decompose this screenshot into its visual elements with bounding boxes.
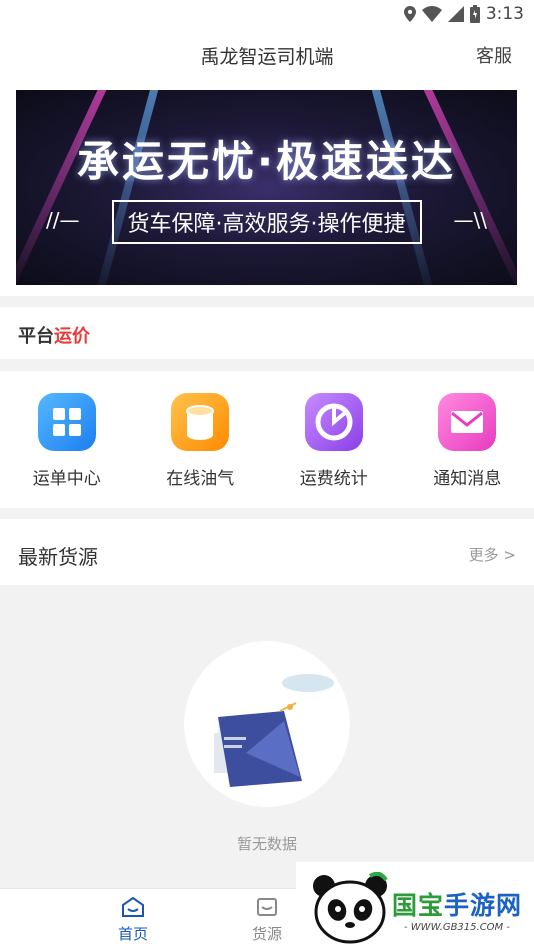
tab-cargo-label: 货源	[251, 925, 282, 943]
platform-price-highlight: 运价	[54, 326, 90, 347]
grid-item-label: 运单中心	[32, 469, 101, 489]
watermark-brand-part2: 手游网	[444, 891, 523, 920]
grid-item-label: 在线油气	[166, 469, 235, 489]
banner-section: 承运无忧·极速送达 //— 货车保障·高效服务·操作便捷 —\\	[0, 86, 534, 296]
tab-home-label: 首页	[117, 925, 148, 943]
promo-banner[interactable]: 承运无忧·极速送达 //— 货车保障·高效服务·操作便捷 —\\	[16, 90, 517, 285]
watermark-overlay: 国宝手游网 - WWW.GB315.COM -	[296, 862, 534, 950]
page-title: 禹龙智运司机端	[200, 46, 334, 68]
status-time: 3:13	[485, 4, 524, 24]
platform-price-section[interactable]: 平台运价	[0, 307, 534, 359]
latest-cargo-title: 最新货源	[18, 545, 98, 569]
watermark-brand: 国宝手游网	[392, 886, 522, 922]
app-header: 禹龙智运司机端 客服	[0, 28, 534, 86]
fuel-cylinder-icon	[171, 393, 230, 451]
battery-icon	[469, 5, 480, 23]
grid-item-freight-stats[interactable]: 运费统计	[267, 371, 401, 508]
cargo-icon	[257, 898, 277, 916]
empty-state-text: 暂无数据	[236, 835, 297, 853]
signal-icon	[447, 6, 464, 22]
tab-cargo[interactable]: 货源	[227, 897, 307, 944]
grid-item-notifications[interactable]: 通知消息	[401, 371, 534, 508]
grid-item-label: 运费统计	[299, 469, 368, 489]
banner-headline: 承运无忧·极速送达	[77, 137, 456, 186]
home-icon	[122, 896, 144, 917]
banner-subtitle: 货车保障·高效服务·操作便捷	[111, 200, 422, 244]
empty-state: 暂无数据	[0, 585, 534, 888]
mail-icon	[438, 393, 497, 451]
grid-item-label: 通知消息	[433, 469, 502, 489]
grid-item-online-fuel[interactable]: 在线油气	[134, 371, 268, 508]
empty-illustration	[184, 641, 350, 807]
banner-deco-left: //—	[46, 208, 80, 232]
quick-entry-grid: 运单中心 在线油气 运费统计 通知消息	[0, 371, 534, 508]
customer-service-button[interactable]: 客服	[476, 42, 512, 68]
platform-price-prefix: 平台	[18, 326, 54, 347]
banner-subline: //— 货车保障·高效服务·操作便捷 —\\	[46, 200, 487, 244]
panda-logo	[313, 872, 388, 944]
watermark-url: - WWW.GB315.COM -	[404, 922, 510, 933]
banner-deco-right: —\\	[453, 208, 487, 232]
tab-home[interactable]: 首页	[93, 896, 173, 944]
watermark-brand-part1: 国宝	[392, 891, 445, 920]
more-link[interactable]: 更多 >	[469, 544, 516, 565]
latest-cargo-header: 最新货源 更多 >	[0, 519, 534, 585]
grid-item-waybill-center[interactable]: 运单中心	[0, 371, 134, 508]
platform-price-title: 平台运价	[18, 322, 90, 348]
pie-chart-icon	[304, 393, 363, 451]
status-bar: 3:13	[0, 0, 534, 28]
status-icons: 3:13	[403, 4, 524, 24]
waybill-grid-icon	[37, 393, 96, 451]
location-icon	[403, 6, 416, 22]
wifi-icon	[421, 6, 442, 22]
